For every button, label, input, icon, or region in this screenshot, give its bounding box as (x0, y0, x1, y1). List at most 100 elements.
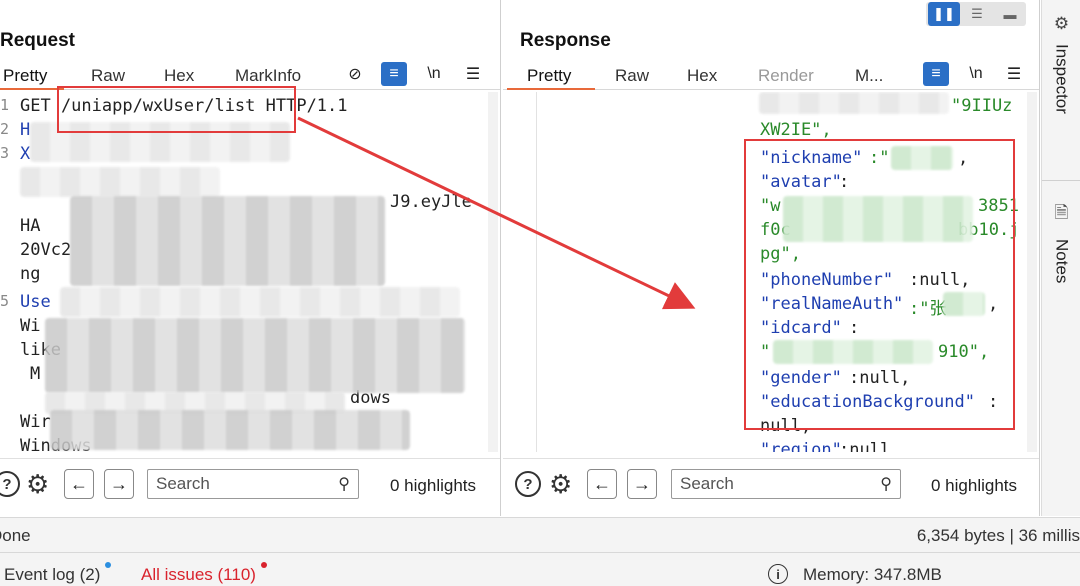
json-key-realnameauth: "realNameAuth" (760, 294, 904, 314)
json-value: " (760, 342, 771, 362)
inspector-tab[interactable]: ⚙ Inspector (1042, 14, 1080, 114)
response-search-box: ⚲ (671, 469, 901, 499)
request-scrollbar[interactable] (488, 92, 498, 452)
status-done: Done (0, 526, 31, 545)
request-line-2: H (20, 120, 31, 140)
request-tab-raw[interactable]: Raw (91, 66, 125, 86)
json-key-region: "region" (760, 440, 842, 452)
search-icon[interactable]: ⚲ (880, 474, 892, 494)
response-line: "9IIUz (951, 96, 1013, 116)
issues-dot (261, 562, 267, 568)
response-tab-render[interactable]: Render (758, 66, 814, 86)
inspector-label: Inspector (1052, 44, 1072, 114)
json-value: :null (839, 440, 891, 452)
json-value: :"张 (909, 299, 947, 319)
settings-gear-icon[interactable]: ⚙ (26, 469, 49, 500)
response-tab-pretty[interactable]: Pretty (527, 66, 571, 86)
json-value: 3851 (978, 196, 1019, 216)
json-punct: : (839, 172, 850, 192)
redaction-blur (60, 287, 460, 317)
side-divider (1042, 180, 1080, 181)
json-punct: : (849, 318, 860, 338)
split-vertical-icon[interactable]: ☰ (961, 2, 993, 26)
request-pane: Request Pretty Raw Hex MarkInfo ⊘ ≡ \n ☰… (0, 0, 501, 516)
request-line-wrap-4: Wi (20, 316, 41, 336)
inspector-icon: ⚙ (1053, 14, 1070, 33)
newline-icon[interactable]: \n (421, 62, 447, 86)
status-bar: Done 6,354 bytes | 36 millis (0, 517, 1080, 552)
redaction-blur (891, 146, 953, 170)
redaction-blur (783, 196, 973, 242)
request-search-input[interactable] (148, 470, 308, 498)
request-line-3: X (20, 144, 31, 164)
response-scrollbar[interactable] (1027, 92, 1037, 452)
notes-icon: 🗎 (1054, 203, 1069, 222)
request-tab-hex[interactable]: Hex (164, 66, 194, 86)
json-key-phonenumber: "phoneNumber" (760, 270, 894, 290)
json-key-idcard: "idcard" (760, 318, 842, 338)
request-editor[interactable]: 1 GET /uniapp/wxUser/list HTTP/1.1 2 H 3… (0, 92, 500, 452)
json-value: :" (869, 148, 890, 168)
request-tab-pretty[interactable]: Pretty (3, 66, 47, 86)
response-tab-more[interactable]: M... (855, 66, 883, 86)
all-issues-link[interactable]: All issues (110) (141, 565, 256, 585)
next-arrow-icon[interactable]: → (627, 469, 657, 499)
bottom-strip: Event log (2) All issues (110) i Memory:… (0, 552, 1080, 586)
request-highlights-count: 0 highlights (390, 476, 477, 495)
notes-tab[interactable]: 🗎 Notes (1042, 200, 1080, 283)
response-search-bar: ? ⚙ ← → ⚲ 0 highlights (503, 458, 1039, 512)
response-line: XW2IE", (760, 120, 832, 140)
request-tab-markinfo[interactable]: MarkInfo (235, 66, 301, 86)
json-value: 910", (938, 342, 990, 362)
event-log-link[interactable]: Event log (2) (4, 565, 100, 585)
json-key-gender: "gender" (760, 368, 842, 388)
redaction-blur (70, 196, 385, 286)
request-search-bar: ? ⚙ ← → ⚲ 0 highlights (0, 458, 500, 512)
request-line-wrap-1: HA (20, 216, 41, 236)
json-value: "w (760, 196, 781, 216)
response-tab-hex[interactable]: Hex (687, 66, 717, 86)
single-pane-icon[interactable]: ▬ (994, 2, 1026, 26)
menu-icon[interactable]: ☰ (1001, 62, 1027, 86)
help-icon[interactable]: ? (0, 471, 20, 497)
previous-arrow-icon[interactable]: ← (587, 469, 617, 499)
redaction-blur (50, 410, 410, 450)
next-arrow-icon[interactable]: → (104, 469, 134, 499)
info-icon[interactable]: i (768, 564, 788, 584)
wrap-lines-icon[interactable]: ≡ (381, 62, 407, 86)
json-value: :null, (909, 270, 971, 290)
layout-view-toggle: ❚❚ ☰ ▬ (926, 2, 1026, 26)
request-search-box: ⚲ (147, 469, 359, 499)
split-horizontal-icon[interactable]: ❚❚ (928, 2, 960, 26)
line-number: 5 (0, 292, 10, 310)
indent-guide (536, 92, 537, 452)
response-tabbar: Pretty Raw Hex Render M... ≡ \n ☰ (503, 62, 1039, 90)
newline-icon[interactable]: \n (963, 62, 989, 86)
hide-icon[interactable]: ⊘ (342, 62, 368, 86)
request-tab-underline (0, 88, 64, 90)
response-editor[interactable]: "9IIUz XW2IE", "nickname" :" , "avatar" … (503, 92, 1039, 452)
menu-icon[interactable]: ☰ (460, 62, 486, 86)
response-tab-raw[interactable]: Raw (615, 66, 649, 86)
json-punct: , (988, 294, 999, 314)
side-panel: ⚙ Inspector 🗎 Notes (1041, 0, 1080, 516)
previous-arrow-icon[interactable]: ← (64, 469, 94, 499)
search-icon[interactable]: ⚲ (338, 474, 350, 494)
event-log-dot (105, 562, 111, 568)
response-search-input[interactable] (672, 470, 832, 498)
json-value: :null, (849, 368, 911, 388)
redaction-blur (45, 318, 465, 393)
help-icon[interactable]: ? (515, 471, 541, 497)
wrap-lines-icon[interactable]: ≡ (923, 62, 949, 86)
settings-gear-icon[interactable]: ⚙ (549, 469, 572, 500)
response-tab-underline (507, 88, 595, 90)
redaction-blur (943, 292, 985, 316)
request-line-5: Use (20, 292, 51, 312)
notes-label: Notes (1052, 239, 1072, 284)
redaction-blur (20, 167, 220, 197)
request-line-wrap-3: ng (20, 264, 41, 284)
line-number: 1 (0, 96, 10, 114)
line-number: 2 (0, 120, 10, 138)
response-title: Response (520, 30, 611, 51)
response-pane: Response ❚❚ ☰ ▬ Pretty Raw Hex Render M.… (503, 0, 1040, 516)
